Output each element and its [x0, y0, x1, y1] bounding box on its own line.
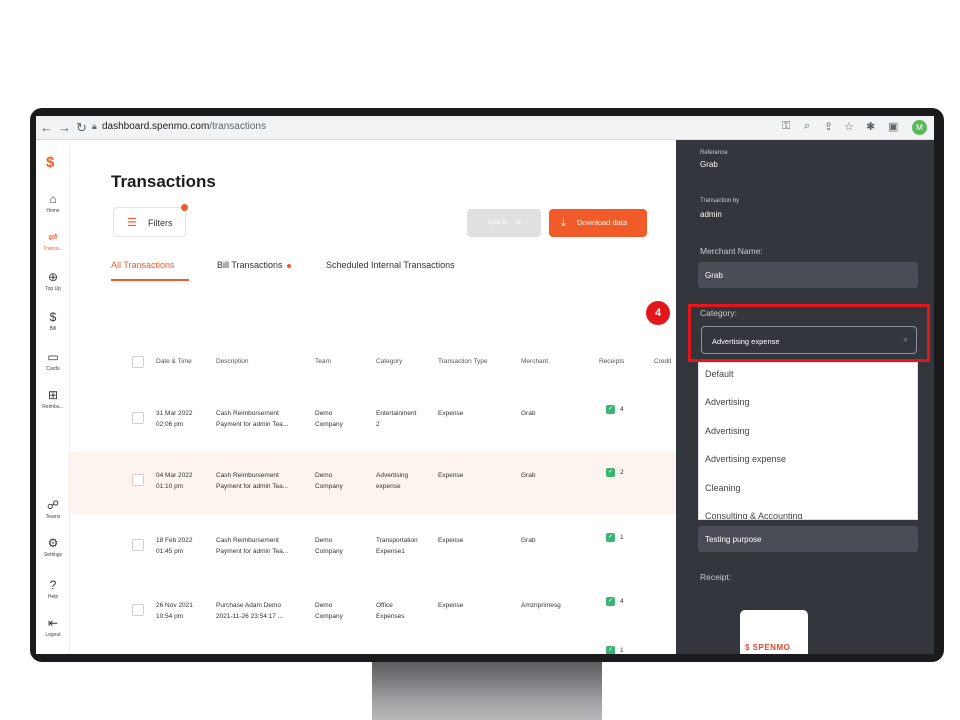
address-bar[interactable]: dashboard.spenmo.com/transactions — [102, 121, 266, 132]
col-description[interactable]: Description — [216, 358, 249, 365]
sidebar-item-help[interactable]: ? Help — [36, 578, 70, 600]
key-icon[interactable]: ⚿ — [782, 120, 790, 133]
receipt-count[interactable]: ✓ 1 — [606, 533, 624, 542]
spenmo-receipt-logo: $ SPENMO — [745, 643, 791, 652]
transaction-by-value: admin — [700, 210, 722, 219]
receipt-label: Receipt: — [700, 572, 732, 582]
table-row[interactable]: 04 Mar 2022 01:10 pm Cash Reimbursement Pa… — [70, 452, 676, 514]
bill-icon: $ — [49, 310, 57, 324]
help-icon: ? — [49, 578, 57, 592]
col-receipts[interactable]: Receipts — [599, 358, 624, 365]
sidebar-item-transactions[interactable]: ⇌ Transa... — [36, 226, 70, 252]
back-icon[interactable]: ← — [40, 120, 53, 136]
dropdown-option[interactable]: Consulting & Accounting — [705, 511, 803, 519]
notes-field[interactable]: Testing purpose — [698, 526, 918, 552]
monitor-stand — [372, 662, 602, 720]
bill-tab-dot — [286, 263, 291, 268]
dropdown-option[interactable]: Default — [705, 369, 734, 379]
table-row[interactable]: 26 Nov 2021 10:54 pm Purchase Adam Demo 20… — [70, 580, 676, 642]
receipt-count[interactable]: ✓ 4 — [606, 405, 624, 414]
step-4-marker: 4 — [646, 301, 670, 325]
sidebar-item-bill[interactable]: $ Bill — [36, 310, 70, 332]
dropdown-option[interactable]: Advertising expense — [705, 454, 786, 464]
top-up-icon: ⊕ — [47, 270, 59, 284]
filter-sliders-icon: ☰ — [127, 217, 137, 229]
dropdown-option[interactable]: Advertising — [705, 426, 750, 436]
row-checkbox[interactable] — [132, 412, 144, 424]
app-sidebar: $ ⌂ Home ⇌ Transa... ⊕ Top Up $ Bill ▭ C… — [36, 140, 70, 654]
category-highlight-box — [688, 304, 930, 362]
main-content: Transactions ☰ Filters Sync to m 3 ⤓ Dow… — [70, 140, 676, 654]
dropdown-option[interactable]: Cleaning — [705, 483, 741, 493]
receipt-check-icon: ✓ — [606, 597, 615, 606]
logout-icon: ⇤ — [47, 616, 59, 630]
lock-icon: 🔒︎ — [92, 121, 97, 131]
home-icon: ⌂ — [49, 192, 57, 206]
forward-icon[interactable]: → — [58, 120, 71, 136]
receipt-check-icon: ✓ — [606, 533, 615, 542]
col-category[interactable]: Category — [376, 358, 402, 365]
receipt-count[interactable]: ✓ 4 — [606, 597, 624, 606]
transaction-by-label: Transaction by — [700, 198, 740, 204]
filter-active-dot — [181, 204, 188, 211]
download-data-button[interactable]: ⤓ Download data — [549, 209, 647, 237]
merchant-name-field[interactable]: Grab — [698, 262, 918, 288]
table-row[interactable]: 18 Feb 2022 01:45 pm Cash Reimbursement Pa… — [70, 517, 676, 579]
col-credit[interactable]: Credit — [654, 358, 671, 365]
card-icon: ▭ — [47, 350, 59, 364]
download-icon: ⤓ — [561, 217, 566, 229]
spenmo-logo-icon[interactable]: $ — [46, 154, 60, 171]
sidebar-item-cards[interactable]: ▭ Cards — [36, 350, 70, 372]
row-checkbox[interactable] — [132, 474, 144, 486]
teams-icon: ☍ — [46, 498, 60, 512]
col-transaction-type[interactable]: Transaction Type — [438, 358, 488, 365]
gear-icon: ⚙ — [47, 536, 59, 550]
merchant-name-label: Merchant Name: — [700, 246, 763, 256]
col-team[interactable]: Team — [315, 358, 331, 365]
filters-label: Filters — [148, 218, 173, 228]
col-date-time[interactable]: Date & Time — [156, 358, 192, 365]
extensions-icon[interactable]: ✱ — [866, 120, 875, 133]
url-domain: dashboard.spenmo.com — [102, 121, 210, 132]
reimbursement-icon: ⊞ — [47, 388, 59, 402]
row-checkbox[interactable] — [132, 539, 144, 551]
reload-icon[interactable]: ↻ — [76, 120, 87, 136]
col-merchant[interactable]: Merchant — [521, 358, 548, 365]
sidebar-item-logout[interactable]: ⇤ Logout — [36, 616, 70, 638]
sidebar-item-top-up[interactable]: ⊕ Top Up — [36, 270, 70, 292]
tab-all-transactions[interactable]: All Transactions — [111, 260, 175, 270]
reference-value: Grab — [700, 160, 718, 169]
sidepanel-icon[interactable]: ▣ — [888, 120, 898, 133]
row-checkbox[interactable] — [132, 604, 144, 616]
share-icon[interactable]: ⇪ — [824, 120, 833, 133]
sidebar-item-teams[interactable]: ☍ Teams — [36, 498, 70, 520]
active-tab-underline — [111, 279, 189, 281]
transfer-icon: ⇌ — [47, 230, 59, 244]
page-title: Transactions — [111, 172, 216, 191]
browser-toolbar: ← → ↻ 🔒︎ dashboard.spenmo.com/transactio… — [36, 116, 934, 140]
receipt-check-icon: ✓ — [606, 468, 615, 477]
receipt-check-icon: ✓ — [606, 405, 615, 414]
receipt-count[interactable]: ✓ 1 — [606, 646, 624, 654]
category-dropdown: Default Advertising Advertising Advertis… — [698, 362, 918, 520]
receipt-count[interactable]: ✓ 2 — [606, 468, 624, 477]
sidebar-item-settings[interactable]: ⚙ Settings — [36, 536, 70, 558]
url-path: /transactions — [209, 121, 266, 132]
table-row[interactable]: 31 Mar 2022 02:06 pm Cash Reimbursement Pa… — [70, 390, 676, 452]
filters-button[interactable]: ☰ Filters — [113, 204, 188, 237]
tab-scheduled-internal-transactions[interactable]: Scheduled Internal Transactions — [326, 260, 455, 270]
dropdown-option[interactable]: Advertising — [705, 397, 750, 407]
receipt-thumbnail[interactable]: $ SPENMO — [740, 610, 808, 654]
sync-button[interactable]: Sync to m — [467, 209, 541, 237]
bookmark-star-icon[interactable]: ☆ — [844, 120, 854, 133]
zoom-icon[interactable]: ⌕ — [804, 120, 810, 133]
profile-avatar[interactable]: M — [912, 120, 927, 135]
select-all-checkbox[interactable] — [132, 356, 144, 368]
sidebar-item-home[interactable]: ⌂ Home — [36, 192, 70, 214]
sidebar-item-reimbursement[interactable]: ⊞ Reimbu... — [36, 388, 70, 410]
receipt-check-icon: ✓ — [606, 646, 615, 654]
reference-label: Reference — [700, 150, 728, 156]
tab-bill-transactions[interactable]: Bill Transactions — [217, 260, 291, 270]
